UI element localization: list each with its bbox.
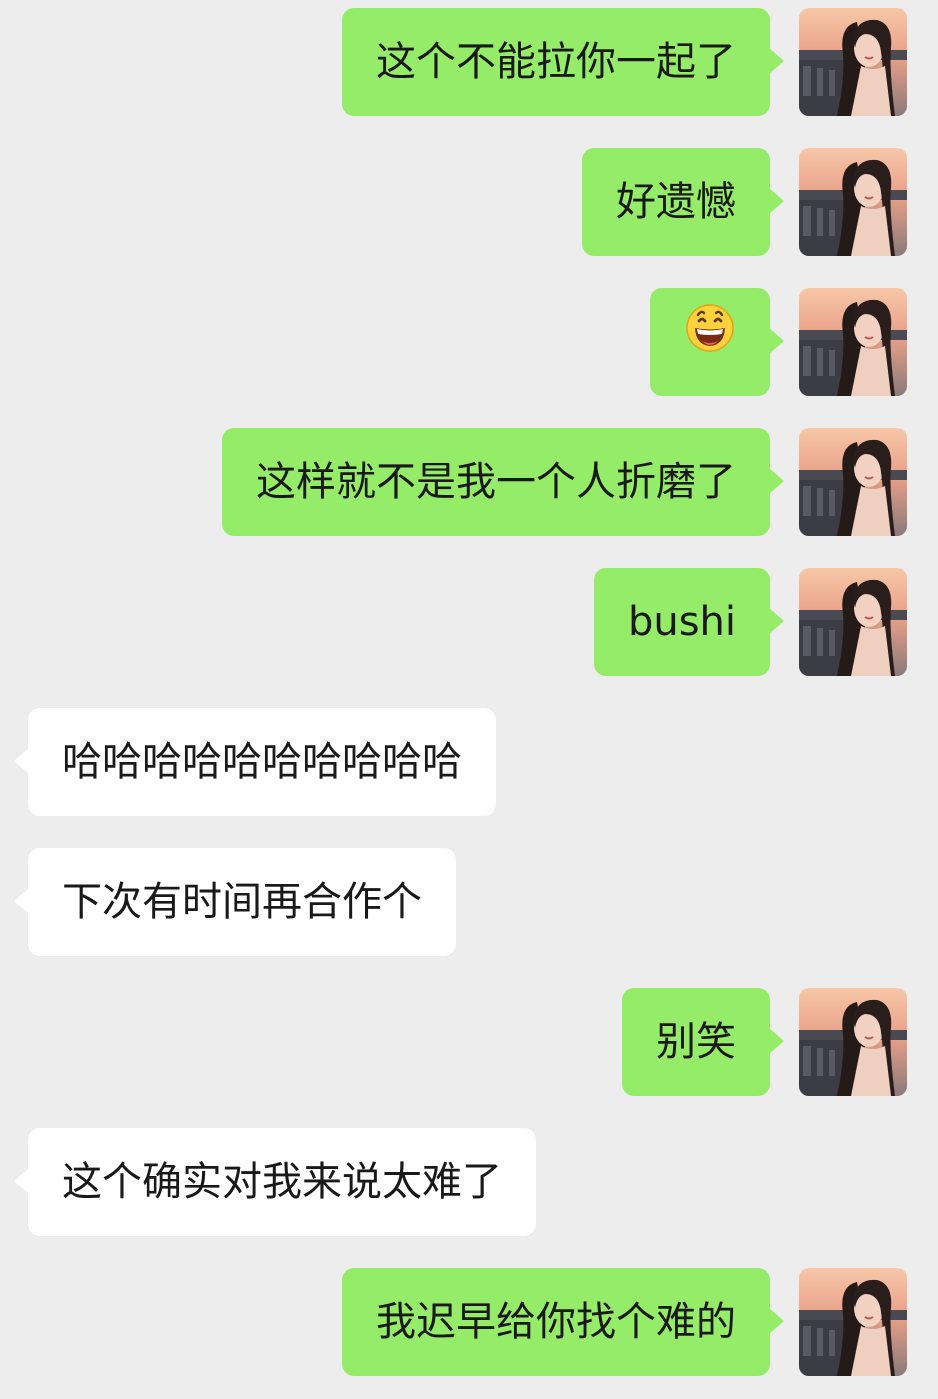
message-row-received: 哈哈哈哈哈哈哈哈哈哈: [0, 708, 938, 816]
message-row-sent: 这个不能拉你一起了: [0, 8, 938, 116]
message-bubble-sent[interactable]: bushi: [593, 568, 785, 676]
message-bubble-sent[interactable]: 我迟早给你找个难的: [342, 1268, 784, 1376]
avatar[interactable]: [799, 288, 907, 396]
message-bubble-sent[interactable]: [650, 286, 784, 396]
message-bubble-sent[interactable]: 这个不能拉你一起了: [342, 8, 784, 116]
message-row-sent: 这样就不是我一个人折磨了: [0, 428, 938, 536]
message-bubble-sent[interactable]: 别笑: [622, 988, 784, 1096]
message-bubble-received[interactable]: 这个确实对我来说太难了: [14, 1128, 536, 1236]
message-bubble-received[interactable]: 哈哈哈哈哈哈哈哈哈哈: [14, 708, 496, 816]
message-bubble-sent[interactable]: 好遗憾: [582, 148, 784, 256]
avatar[interactable]: [799, 568, 907, 676]
avatar[interactable]: [799, 428, 907, 536]
message-row-sent: 好遗憾: [0, 148, 938, 256]
message-bubble-sent[interactable]: 这样就不是我一个人折磨了: [222, 428, 784, 536]
message-row-received: 这个确实对我来说太难了: [0, 1128, 938, 1236]
message-row-sent: bushi: [0, 568, 938, 676]
avatar[interactable]: [799, 988, 907, 1096]
avatar[interactable]: [799, 8, 907, 116]
message-bubble-received[interactable]: 下次有时间再合作个: [14, 848, 456, 956]
avatar[interactable]: [799, 1268, 907, 1376]
message-row-sent: [0, 288, 938, 396]
avatar[interactable]: [799, 148, 907, 256]
message-row-sent: 别笑: [0, 988, 938, 1096]
message-row-sent: 我迟早给你找个难的: [0, 1268, 938, 1376]
grinning-face-emoji-icon: [684, 286, 736, 394]
message-row-received: 下次有时间再合作个: [0, 848, 938, 956]
